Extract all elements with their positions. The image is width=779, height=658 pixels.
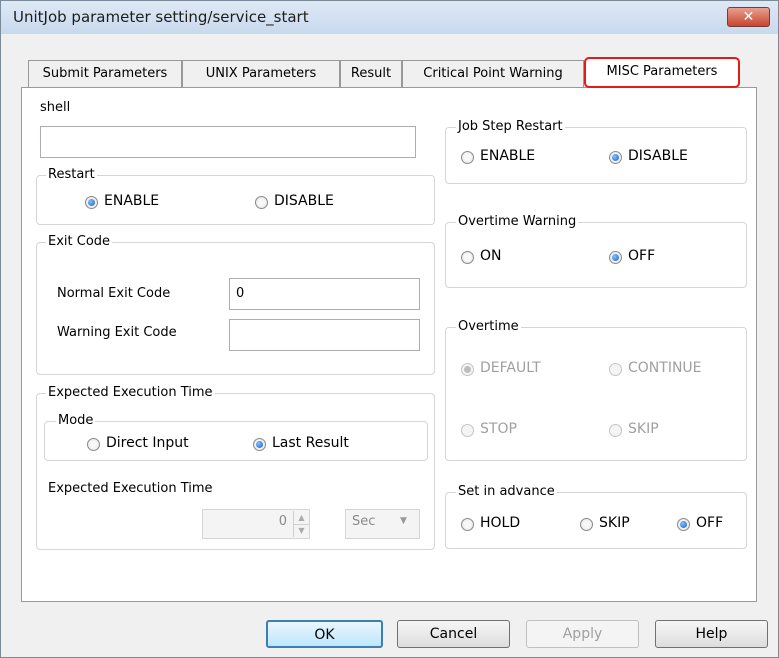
job-step-enable-radio[interactable] [461, 151, 474, 164]
tab-result[interactable]: Result [340, 60, 402, 87]
mode-last-result-radio[interactable] [253, 438, 266, 451]
advance-hold-radio[interactable] [461, 518, 474, 531]
advance-skip-radio[interactable] [580, 518, 593, 531]
advance-skip-label: SKIP [599, 515, 630, 531]
mode-direct-input-radio[interactable] [87, 438, 100, 451]
overtime-skip-radio[interactable] [609, 424, 622, 437]
overtime-stop-label: STOP [480, 421, 517, 437]
mode-group [44, 421, 428, 461]
title-bar: UnitJob parameter setting/service_start … [1, 1, 778, 34]
shell-label: shell [40, 100, 71, 115]
overtime-warning-on-label: ON [480, 248, 502, 264]
advance-off-radio[interactable] [677, 518, 690, 531]
window-title: UnitJob parameter setting/service_start [13, 8, 309, 26]
expected-time-group-title: Expected Execution Time [46, 385, 215, 400]
restart-enable-label: ENABLE [104, 193, 160, 209]
restart-disable-radio[interactable] [255, 196, 268, 209]
overtime-continue-label: CONTINUE [628, 360, 702, 376]
overtime-continue-radio[interactable] [609, 363, 622, 376]
mode-direct-input-label: Direct Input [106, 435, 189, 451]
normal-exit-code-label: Normal Exit Code [57, 286, 171, 301]
overtime-warning-off-radio[interactable] [609, 251, 622, 264]
expected-time-label: Expected Execution Time [48, 481, 213, 496]
close-button[interactable]: ✕ [727, 7, 770, 27]
job-step-disable-radio[interactable] [609, 151, 622, 164]
tab-misc-parameters[interactable]: MISC Parameters [584, 57, 740, 88]
spin-buttons[interactable]: ▲ ▼ [293, 511, 309, 537]
overtime-warning-on-radio[interactable] [461, 251, 474, 264]
warning-exit-code-input[interactable] [229, 319, 420, 351]
advance-off-label: OFF [696, 515, 724, 531]
overtime-default-label: DEFAULT [480, 360, 541, 376]
restart-disable-label: DISABLE [274, 193, 334, 209]
overtime-stop-radio[interactable] [461, 424, 474, 437]
overtime-warning-title: Overtime Warning [456, 214, 579, 229]
overtime-skip-label: SKIP [628, 421, 659, 437]
mode-group-title: Mode [56, 413, 96, 428]
time-unit-select[interactable]: Sec ▼ [345, 509, 420, 539]
job-step-restart-title: Job Step Restart [456, 119, 565, 134]
overtime-group [445, 327, 747, 461]
job-step-disable-label: DISABLE [628, 148, 688, 164]
tab-submit-parameters[interactable]: Submit Parameters [28, 60, 182, 87]
normal-exit-code-input[interactable]: 0 [229, 278, 420, 310]
tab-unix-parameters[interactable]: UNIX Parameters [182, 60, 340, 87]
restart-group-title: Restart [46, 167, 97, 182]
advance-hold-label: HOLD [480, 515, 521, 531]
spin-up-icon[interactable]: ▲ [294, 511, 309, 525]
spin-down-icon[interactable]: ▼ [294, 525, 309, 537]
exit-code-group-title: Exit Code [46, 234, 113, 249]
job-step-enable-label: ENABLE [480, 148, 536, 164]
overtime-title: Overtime [456, 319, 521, 334]
overtime-warning-off-label: OFF [628, 248, 656, 264]
restart-enable-radio[interactable] [85, 196, 98, 209]
help-button[interactable]: Help [655, 620, 768, 648]
time-unit-value: Sec [352, 514, 376, 529]
set-in-advance-title: Set in advance [456, 484, 557, 499]
overtime-default-radio[interactable] [461, 363, 474, 376]
cancel-button[interactable]: Cancel [397, 620, 510, 648]
shell-input[interactable] [40, 126, 416, 158]
tab-critical-point-warning[interactable]: Critical Point Warning [402, 60, 584, 87]
warning-exit-code-label: Warning Exit Code [57, 325, 177, 340]
mode-last-result-label: Last Result [272, 435, 349, 451]
ok-button[interactable]: OK [266, 620, 383, 648]
chevron-down-icon: ▼ [400, 516, 407, 526]
apply-button[interactable]: Apply [526, 620, 639, 648]
